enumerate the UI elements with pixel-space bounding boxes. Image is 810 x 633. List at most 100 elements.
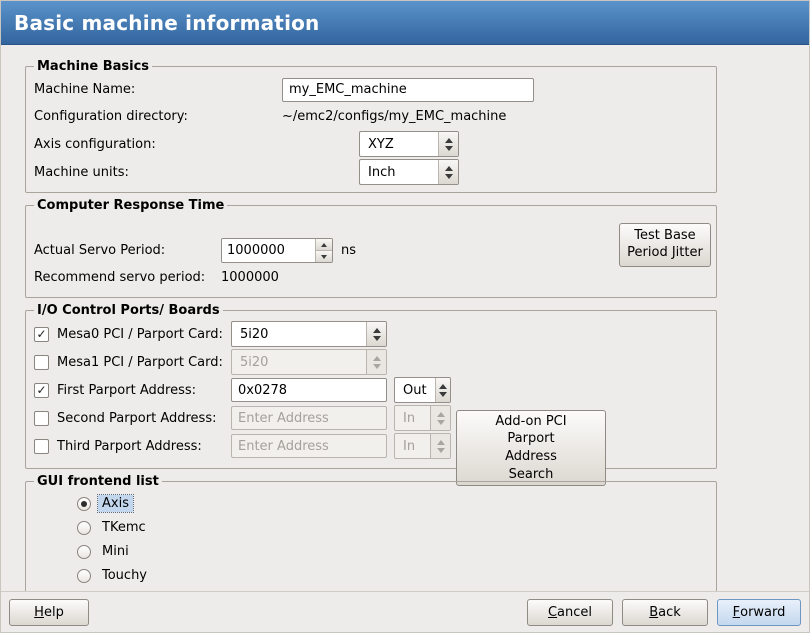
gui-option-touchy[interactable]: Touchy [77, 565, 708, 586]
second-parport-address-input [231, 406, 387, 430]
axis-configuration-row: Axis configuration: XYZ [34, 131, 708, 157]
mesa0-checkbox[interactable]: ✓ [34, 327, 49, 342]
machine-name-label: Machine Name: [34, 82, 282, 97]
first-parport-checkbox[interactable]: ✓ [34, 383, 49, 398]
first-parport-label: First Parport Address: [57, 383, 231, 398]
servo-period-unit: ns [341, 243, 356, 258]
combo-arrows-icon [438, 132, 458, 156]
config-directory-value: ~/emc2/configs/my_EMC_machine [282, 109, 506, 124]
machine-name-input[interactable] [282, 78, 534, 102]
combo-arrows-icon [438, 160, 458, 184]
mesa1-card-select: 5i20 [231, 349, 387, 375]
gui-frontend-legend: GUI frontend list [34, 474, 162, 489]
machine-basics-legend: Machine Basics [34, 59, 152, 74]
third-parport-label: Third Parport Address: [57, 439, 231, 454]
mesa1-row: Mesa1 PCI / Parport Card: 5i20 [34, 349, 708, 375]
button-label-line: Add-on PCI [495, 413, 566, 431]
first-parport-direction-select[interactable]: Out [394, 377, 451, 403]
spin-down-button[interactable] [316, 251, 332, 262]
servo-period-row: Actual Servo Period: ns [34, 238, 708, 263]
button-label: ancel [557, 605, 592, 620]
mesa0-row: ✓ Mesa0 PCI / Parport Card: 5i20 [34, 321, 708, 347]
button-label-mnemonic: F [733, 605, 740, 620]
third-parport-row: Third Parport Address: In [34, 433, 708, 459]
action-bar: Help Cancel Back Forward [1, 591, 809, 632]
recommend-period-value: 1000000 [221, 270, 279, 285]
back-button[interactable]: Back [622, 599, 708, 626]
gui-option-mini-label: Mini [98, 543, 133, 560]
gui-frontend-group: GUI frontend list Axis TKemc Mini Touchy [25, 474, 717, 598]
second-parport-label: Second Parport Address: [57, 411, 231, 426]
gui-option-tkemc-label: TKemc [98, 519, 150, 536]
axis-configuration-value: XYZ [360, 132, 438, 156]
mesa1-card-value: 5i20 [232, 350, 366, 374]
servo-period-spinner[interactable] [221, 238, 333, 263]
button-label: ack [658, 605, 681, 620]
third-parport-address-input [231, 434, 387, 458]
button-label: elp [44, 605, 64, 620]
combo-arrows-icon [430, 406, 450, 430]
gui-option-axis-label: Axis [98, 495, 133, 512]
gui-option-tkemc[interactable]: TKemc [77, 517, 708, 538]
page-title: Basic machine information [14, 11, 320, 35]
machine-basics-group: Machine Basics Machine Name: Configurati… [25, 59, 717, 193]
button-label-line: Parport [507, 430, 554, 448]
recommend-period-label: Recommend servo period: [34, 270, 221, 285]
help-button[interactable]: Help [9, 599, 89, 626]
machine-units-select[interactable]: Inch [359, 159, 459, 185]
axis-configuration-select[interactable]: XYZ [359, 131, 459, 157]
first-parport-address-input[interactable] [231, 378, 387, 402]
gui-option-axis[interactable]: Axis [77, 493, 708, 514]
machine-units-row: Machine units: Inch [34, 159, 708, 185]
combo-arrows-icon [435, 378, 450, 402]
recommend-period-row: Recommend servo period: 1000000 [34, 265, 708, 290]
second-parport-direction-select: In [394, 405, 451, 431]
io-ports-legend: I/O Control Ports/ Boards [34, 303, 223, 318]
radio-button[interactable] [77, 497, 91, 511]
second-parport-checkbox[interactable] [34, 411, 49, 426]
first-parport-direction-value: Out [395, 378, 435, 402]
gui-option-mini[interactable]: Mini [77, 541, 708, 562]
button-label: orward [740, 605, 785, 620]
second-parport-direction-value: In [395, 406, 430, 430]
first-parport-row: ✓ First Parport Address: Out [34, 377, 708, 403]
third-parport-direction-value: In [395, 434, 430, 458]
response-time-group: Computer Response Time Test Base Period … [25, 198, 717, 298]
machine-units-label: Machine units: [34, 165, 282, 180]
machine-units-value: Inch [360, 160, 438, 184]
combo-arrows-icon [430, 434, 450, 458]
combo-arrows-icon [366, 350, 386, 374]
spin-up-button[interactable] [316, 239, 332, 251]
third-parport-checkbox[interactable] [34, 439, 49, 454]
button-label-mnemonic: B [649, 605, 658, 620]
button-label-mnemonic: C [548, 605, 557, 620]
spinner-buttons [315, 239, 332, 262]
servo-period-label: Actual Servo Period: [34, 243, 221, 258]
mesa0-card-select[interactable]: 5i20 [231, 321, 387, 347]
io-ports-group: I/O Control Ports/ Boards ✓ Mesa0 PCI / … [25, 303, 717, 469]
test-base-period-jitter-button[interactable]: Test Base Period Jitter [619, 223, 711, 267]
mesa0-card-value: 5i20 [232, 322, 366, 346]
radio-button[interactable] [77, 569, 91, 583]
machine-name-row: Machine Name: [34, 77, 708, 102]
mesa0-label: Mesa0 PCI / Parport Card: [57, 327, 231, 342]
forward-button[interactable]: Forward [717, 599, 801, 626]
third-parport-direction-select: In [394, 433, 451, 459]
mesa1-label: Mesa1 PCI / Parport Card: [57, 355, 231, 370]
wizard-header: Basic machine information [1, 1, 809, 45]
button-label-mnemonic: H [34, 605, 44, 620]
servo-period-input[interactable] [222, 239, 315, 262]
axis-configuration-label: Axis configuration: [34, 137, 282, 152]
config-directory-label: Configuration directory: [34, 109, 282, 124]
radio-button[interactable] [77, 545, 91, 559]
response-time-legend: Computer Response Time [34, 198, 227, 213]
cancel-button[interactable]: Cancel [527, 599, 613, 626]
wizard-window: { "colors": { "titlebar_top": "#5a93ca",… [0, 0, 810, 633]
radio-button[interactable] [77, 521, 91, 535]
combo-arrows-icon [366, 322, 386, 346]
mesa1-checkbox[interactable] [34, 355, 49, 370]
button-label-line: Period Jitter [627, 245, 703, 262]
second-parport-row: Second Parport Address: In [34, 405, 708, 431]
button-label-line: Address [505, 448, 557, 466]
button-label-line: Test Base [634, 228, 695, 245]
